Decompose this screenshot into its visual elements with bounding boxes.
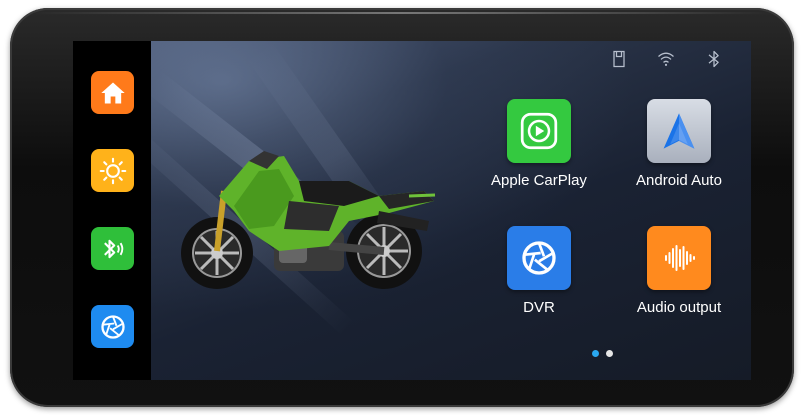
home-icon xyxy=(100,82,125,103)
app-dvr[interactable]: DVR xyxy=(474,226,604,316)
app-label: Audio output xyxy=(636,299,722,316)
sun-icon xyxy=(99,157,126,184)
page-dot[interactable] xyxy=(606,350,613,357)
app-label: Android Auto xyxy=(636,172,722,189)
android-auto-icon xyxy=(647,99,711,163)
page-dot-active[interactable] xyxy=(592,350,599,357)
camera-aperture-icon xyxy=(507,226,571,290)
camera-aperture-icon xyxy=(100,314,125,339)
sidebar-item-brightness[interactable] xyxy=(91,149,134,192)
motorcycle-image xyxy=(181,151,436,289)
sd-card-status xyxy=(607,47,631,71)
bluetooth-icon xyxy=(708,50,719,68)
carplay-play-icon xyxy=(507,99,571,163)
sd-card-icon xyxy=(613,50,625,68)
screen: Apple CarPlay Android Auto DVR Audio out… xyxy=(73,41,751,380)
app-android-auto[interactable]: Android Auto xyxy=(614,99,744,189)
sidebar xyxy=(73,41,151,380)
page-indicator xyxy=(592,350,613,357)
sidebar-item-bluetooth[interactable] xyxy=(91,227,134,270)
app-label: DVR xyxy=(523,299,555,316)
app-label: Apple CarPlay xyxy=(491,172,587,189)
app-audio-output[interactable]: Audio output xyxy=(614,226,744,316)
bluetooth-status xyxy=(702,47,726,71)
wifi-icon xyxy=(658,52,674,66)
bezel-highlight xyxy=(34,12,770,14)
sound-wave-icon xyxy=(647,226,711,290)
app-apple-carplay[interactable]: Apple CarPlay xyxy=(474,99,604,189)
sidebar-item-home[interactable] xyxy=(91,71,134,114)
wifi-status xyxy=(653,47,679,71)
bluetooth-audio-icon xyxy=(103,239,123,258)
sidebar-item-dvr[interactable] xyxy=(91,305,134,348)
